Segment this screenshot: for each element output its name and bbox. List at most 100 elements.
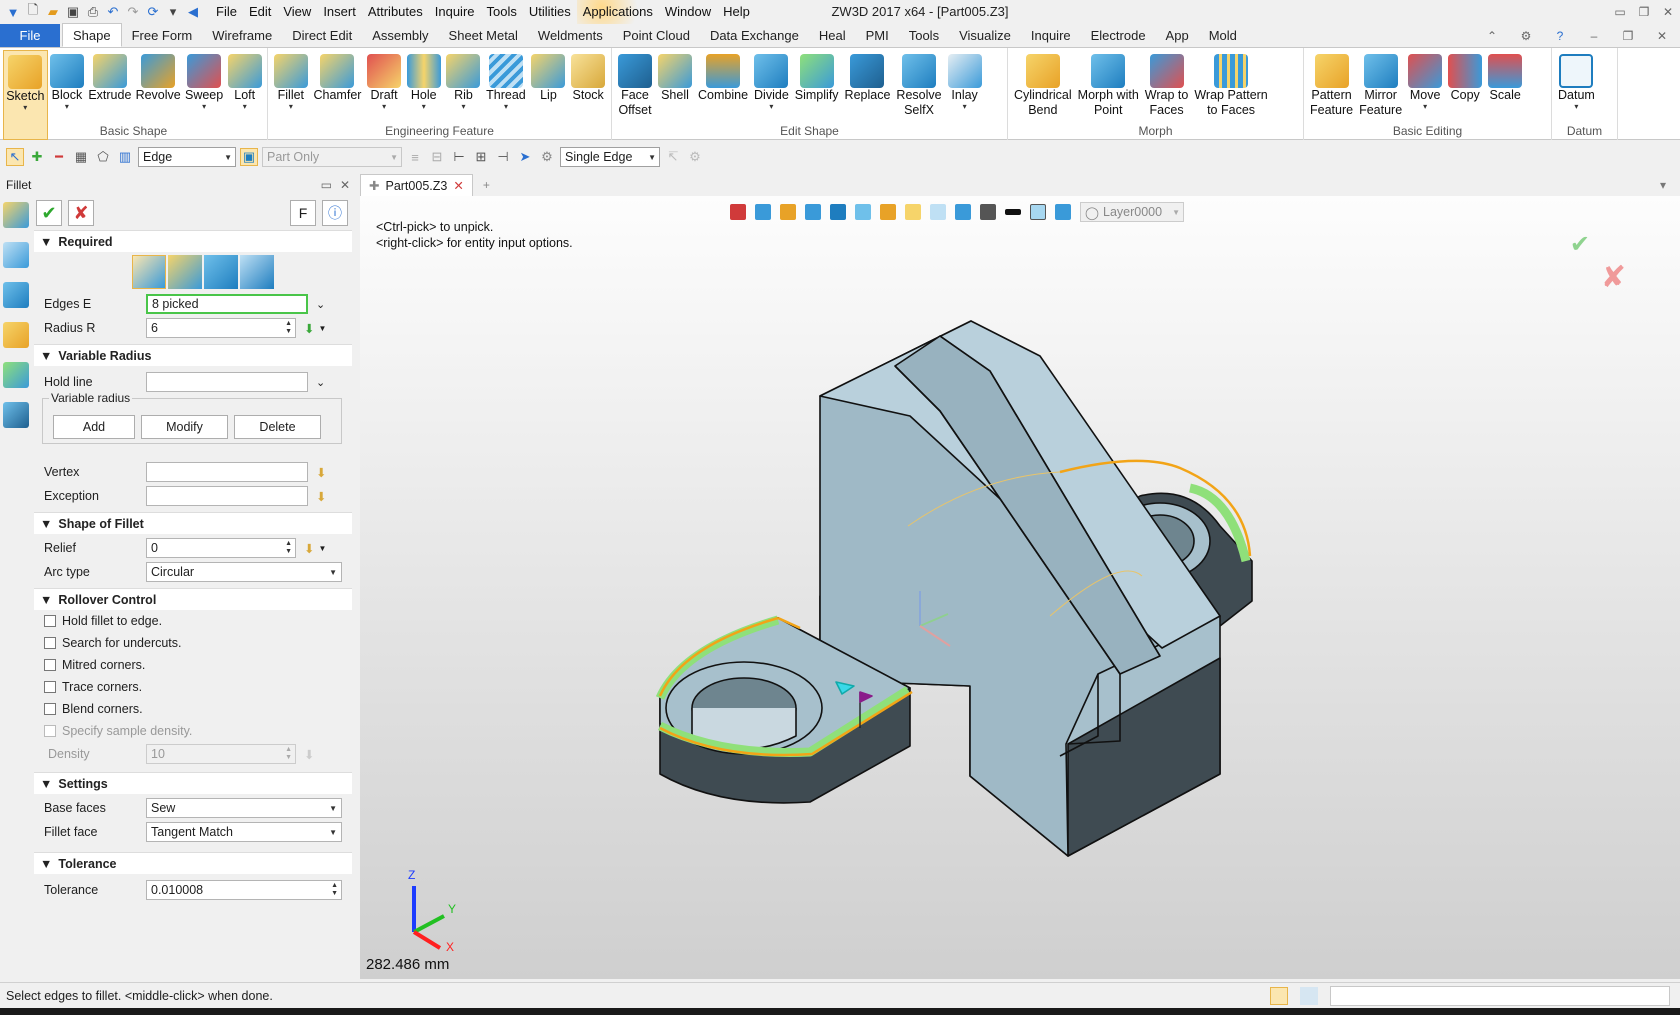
tab-weldments[interactable]: Weldments xyxy=(528,24,613,47)
close-icon[interactable]: ✕ xyxy=(1656,0,1680,24)
select-pointer-icon[interactable]: ↖ xyxy=(6,148,24,166)
pick-mode-icon[interactable]: ⚙ xyxy=(538,148,556,166)
undo-icon[interactable]: ↶ xyxy=(104,3,122,21)
blend-corners-checkbox[interactable]: Blend corners. xyxy=(34,698,352,720)
pick-mode-select[interactable]: Single Edge ▼ xyxy=(560,147,660,167)
search-undercuts-checkbox[interactable]: Search for undercuts. xyxy=(34,632,352,654)
tab-app[interactable]: App xyxy=(1156,24,1199,47)
menu-file[interactable]: File xyxy=(210,0,243,24)
view-pick-icon[interactable]: ⊟ xyxy=(428,148,446,166)
delete-button[interactable]: Delete xyxy=(234,415,321,439)
tab-file[interactable]: File xyxy=(0,24,60,47)
hold-line-field[interactable] xyxy=(146,372,308,392)
menu-inquire[interactable]: Inquire xyxy=(429,0,481,24)
menu-help[interactable]: Help xyxy=(717,0,756,24)
refresh-icon[interactable]: ⟳ xyxy=(144,3,162,21)
tab-electrode[interactable]: Electrode xyxy=(1081,24,1156,47)
tab-inquire[interactable]: Inquire xyxy=(1021,24,1081,47)
fillet-type-1-icon[interactable] xyxy=(132,255,166,289)
relief-dropdown-icon[interactable]: ▼ xyxy=(318,544,326,553)
vertex-field[interactable] xyxy=(146,462,308,482)
graphics-viewport[interactable]: ◯ Layer0000 ▼ <Ctrl-pick> to unpick. <righ… xyxy=(360,196,1680,979)
part-manager-icon[interactable] xyxy=(3,322,29,348)
command-input[interactable] xyxy=(1330,986,1670,1006)
tabs-overflow-icon[interactable]: ▾ xyxy=(1660,178,1666,192)
sample-density-checkbox[interactable]: Specify sample density. xyxy=(34,720,352,742)
restore-icon[interactable]: ❐ xyxy=(1632,0,1656,24)
tab-free-form[interactable]: Free Form xyxy=(122,24,203,47)
ok-button[interactable]: ✔ xyxy=(36,200,62,226)
menu-tools[interactable]: Tools xyxy=(481,0,523,24)
doc-tab-close-icon[interactable]: ✕ xyxy=(453,178,463,193)
section-settings[interactable]: ▼ Settings xyxy=(34,772,352,794)
status-list-icon[interactable] xyxy=(1300,987,1318,1005)
layer-pick-icon[interactable]: ≡ xyxy=(406,148,424,166)
panel-float-icon[interactable]: ▭ xyxy=(321,178,332,192)
fillet-type-3-icon[interactable] xyxy=(204,255,238,289)
menu-view[interactable]: View xyxy=(277,0,317,24)
exception-field[interactable] xyxy=(146,486,308,506)
section-tolerance[interactable]: ▼ Tolerance xyxy=(34,852,352,874)
save-icon[interactable]: ▣ xyxy=(64,3,82,21)
part-model[interactable] xyxy=(360,196,1680,979)
radius-dropdown-icon[interactable]: ▼ xyxy=(318,324,326,333)
f-button[interactable]: F xyxy=(290,200,316,226)
add-button[interactable]: Add xyxy=(53,415,135,439)
relief-field[interactable]: 0 ▲ ▼ xyxy=(146,538,296,558)
add-icon[interactable]: ✚ xyxy=(28,148,46,166)
mitred-corners-checkbox[interactable]: Mitred corners. xyxy=(34,654,352,676)
exception-pick-icon[interactable]: ⬇ xyxy=(316,489,326,504)
doc-close-icon[interactable]: ✕ xyxy=(1650,24,1674,48)
tab-mold[interactable]: Mold xyxy=(1199,24,1247,47)
doc-restore-icon[interactable]: ❐ xyxy=(1616,24,1640,48)
minimize-icon[interactable]: ▭ xyxy=(1608,0,1632,24)
tab-point-cloud[interactable]: Point Cloud xyxy=(613,24,700,47)
section-required[interactable]: ▼ Required xyxy=(34,230,352,252)
image-manager-icon[interactable] xyxy=(3,362,29,388)
scope-select[interactable]: Part Only ▼ xyxy=(262,147,402,167)
select-grid-icon[interactable]: ▦ xyxy=(72,148,90,166)
tab-shape[interactable]: Shape xyxy=(62,23,122,47)
tab-direct-edit[interactable]: Direct Edit xyxy=(282,24,362,47)
tab-visualize[interactable]: Visualize xyxy=(949,24,1021,47)
edges-expand-icon[interactable]: ⌄ xyxy=(316,298,325,311)
modify-button[interactable]: Modify xyxy=(141,415,228,439)
help-icon[interactable]: ? xyxy=(1548,24,1572,48)
doc-minimize-icon[interactable]: – xyxy=(1582,24,1606,48)
section-shape-of-fillet[interactable]: ▼ Shape of Fillet xyxy=(34,512,352,534)
fillet-type-2-icon[interactable] xyxy=(168,255,202,289)
history-tree-icon[interactable] xyxy=(3,242,29,268)
new-file-icon[interactable]: 🗋 xyxy=(24,2,42,21)
pointer-tool-icon[interactable]: ➤ xyxy=(516,148,534,166)
redo-icon[interactable]: ↷ xyxy=(124,3,142,21)
tab-data-exchange[interactable]: Data Exchange xyxy=(700,24,809,47)
menu-utilities[interactable]: Utilities xyxy=(523,0,577,24)
menu-applications[interactable]: Applications xyxy=(576,0,659,24)
trace-corners-checkbox[interactable]: Trace corners. xyxy=(34,676,352,698)
filter-select[interactable]: Edge ▼ xyxy=(138,147,236,167)
doc-tab-part005[interactable]: ✚ Part005.Z3 ✕ xyxy=(360,174,473,196)
menu-insert[interactable]: Insert xyxy=(317,0,362,24)
panel-close-icon[interactable]: ✕ xyxy=(340,178,350,192)
tolerance-field[interactable]: 0.010008 ▲ ▼ xyxy=(146,880,342,900)
cancel-button[interactable]: ✘ xyxy=(68,200,94,226)
part-icon[interactable]: ▣ xyxy=(240,148,258,166)
tab-wireframe[interactable]: Wireframe xyxy=(202,24,282,47)
base-faces-select[interactable]: Sew ▼ xyxy=(146,798,342,818)
radius-input-icon[interactable]: ⬇ xyxy=(304,321,314,336)
density-field[interactable]: 10 ▲ ▼ xyxy=(146,744,296,764)
remove-icon[interactable]: ━ xyxy=(50,148,68,166)
section-variable-radius[interactable]: ▼ Variable Radius xyxy=(34,344,352,366)
hold-fillet-checkbox[interactable]: Hold fillet to edge. xyxy=(34,610,352,632)
filter-icon[interactable]: ▥ xyxy=(116,148,134,166)
collapse-ribbon-icon[interactable]: ⌃ xyxy=(1480,24,1504,48)
status-view-icon[interactable] xyxy=(1270,987,1288,1005)
relief-input-icon[interactable]: ⬇ xyxy=(304,541,314,556)
back-arrow-icon[interactable]: ◀ xyxy=(184,3,202,21)
vertex-pick-icon[interactable]: ⬇ xyxy=(316,465,326,480)
menu-attributes[interactable]: Attributes xyxy=(362,0,429,24)
tab-pmi[interactable]: PMI xyxy=(856,24,899,47)
feature-manager-icon[interactable] xyxy=(3,202,29,228)
user-manager-icon[interactable] xyxy=(3,402,29,428)
new-tab-icon[interactable]: + xyxy=(483,178,490,192)
